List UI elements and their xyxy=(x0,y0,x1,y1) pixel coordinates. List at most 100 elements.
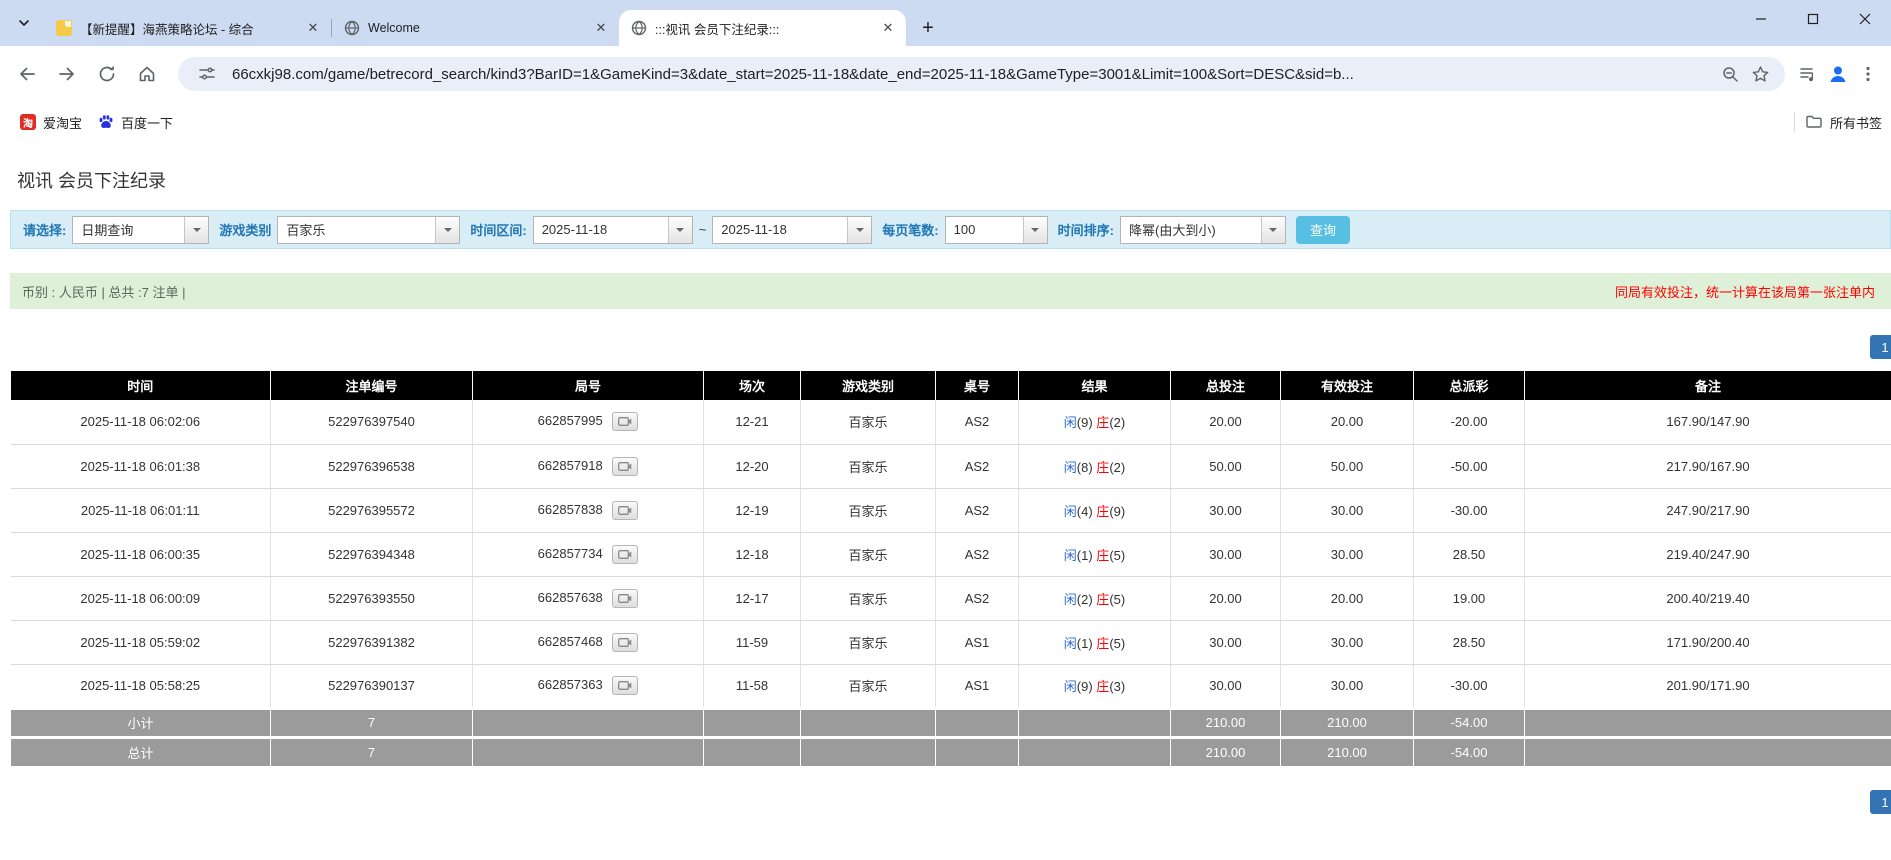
forward-button[interactable] xyxy=(50,57,84,91)
star-icon xyxy=(1752,65,1768,82)
three-dots-icon xyxy=(1866,66,1870,82)
tab-close-icon[interactable]: ✕ xyxy=(878,18,898,38)
home-button[interactable] xyxy=(130,57,164,91)
bet-records-table: 时间 注单编号 局号 场次 游戏类别 桌号 结果 总投注 有效投注 总派彩 备注 2025-11-1… xyxy=(10,371,1891,766)
back-button[interactable] xyxy=(10,57,44,91)
info-notice-text: 同局有效投注，统一计算在该局第一张注单内 xyxy=(1614,284,1875,300)
cell-total-bet: 20.00 xyxy=(1170,576,1281,621)
chevron-down-icon[interactable] xyxy=(184,216,209,243)
total-row: 总计 7 210.00 210.00 -54.00 xyxy=(10,735,1891,766)
cell-round-id: 662857838 xyxy=(472,488,704,533)
video-replay-button[interactable] xyxy=(612,588,639,608)
summary-payout: -54.00 xyxy=(1413,735,1525,766)
date-end-select[interactable]: 2025-11-18 xyxy=(712,215,873,244)
chevron-down-icon[interactable] xyxy=(435,216,460,243)
camera-icon xyxy=(618,681,632,690)
chevron-down-icon[interactable] xyxy=(1022,216,1047,243)
cell-time: 2025-11-18 05:58:25 xyxy=(10,664,271,709)
cell-result: 闲(2) 庄(5) xyxy=(1018,576,1171,621)
zoom-button[interactable] xyxy=(1715,59,1745,89)
site-info-button[interactable] xyxy=(192,59,222,89)
url-text[interactable]: 66cxkj98.com/game/betrecord_search/kind3… xyxy=(232,66,1715,83)
cell-total-bet: 30.00 xyxy=(1170,488,1281,533)
cell-remark: 201.90/171.90 xyxy=(1524,664,1891,709)
summary-valid-bet: 210.00 xyxy=(1280,706,1414,737)
table-row: 2025-11-18 06:02:06 522976397540 662857995… xyxy=(10,400,1891,445)
maximize-button[interactable] xyxy=(1787,0,1839,38)
minimize-button[interactable] xyxy=(1735,0,1787,38)
window-close-button[interactable] xyxy=(1839,0,1891,38)
tab-close-icon[interactable]: ✕ xyxy=(591,18,611,38)
cell-bet-id: 522976395572 xyxy=(270,488,473,533)
video-replay-button[interactable] xyxy=(612,632,639,652)
tab-close-icon[interactable]: ✕ xyxy=(303,18,323,38)
playlist-icon xyxy=(1800,68,1813,82)
video-replay-button[interactable] xyxy=(612,412,639,432)
sort-select[interactable]: 降幂(由大到小) xyxy=(1119,215,1286,244)
cell-table-no: AS2 xyxy=(935,488,1019,533)
forum-favicon-icon xyxy=(56,20,72,36)
pagination-page-1[interactable]: 1 xyxy=(1870,790,1891,814)
chevron-down-icon[interactable] xyxy=(847,216,872,243)
cell-total-bet: 30.00 xyxy=(1170,532,1281,577)
profile-avatar[interactable] xyxy=(1823,59,1853,89)
bookmark-taobao[interactable]: 淘 爱淘宝 xyxy=(12,109,90,136)
tab-title: 【新提醒】海燕策略论坛 - 综合 xyxy=(80,22,254,37)
column-header: 时间 xyxy=(10,371,271,400)
cell-result: 闲(1) 庄(5) xyxy=(1018,620,1171,665)
tab-bet-records[interactable]: :::视讯 会员下注纪录::: ✕ xyxy=(619,10,906,46)
date-end-value: 2025-11-18 xyxy=(721,222,787,237)
bookmark-star-button[interactable] xyxy=(1745,59,1775,89)
reading-list-button[interactable] xyxy=(1793,59,1823,89)
window-controls xyxy=(1735,0,1891,38)
sort-label: 时间排序: xyxy=(1057,223,1114,238)
per-page-label: 每页笔数: xyxy=(882,223,939,238)
video-replay-button[interactable] xyxy=(612,456,639,476)
table-row: 2025-11-18 05:58:25 522976390137 662857363… xyxy=(10,664,1891,709)
game-type-select[interactable]: 百家乐 xyxy=(277,215,461,244)
date-start-value: 2025-11-18 xyxy=(541,222,608,237)
tab-forum[interactable]: 【新提醒】海燕策略论坛 - 综合 ✕ xyxy=(44,10,331,46)
query-type-value: 日期查询 xyxy=(81,223,134,238)
summary-label: 小计 xyxy=(10,706,271,737)
baidu-paw-icon xyxy=(99,115,113,128)
bookmark-baidu[interactable]: 百度一下 xyxy=(90,109,181,136)
cell-session: 11-58 xyxy=(703,664,801,709)
per-page-select[interactable]: 100 xyxy=(944,215,1048,244)
camera-icon xyxy=(618,593,632,603)
chevron-down-icon[interactable] xyxy=(667,216,692,243)
cell-bet-id: 522976393550 xyxy=(270,576,473,621)
date-start-select[interactable]: 2025-11-18 xyxy=(532,215,693,244)
tab-welcome[interactable]: Welcome ✕ xyxy=(332,10,619,46)
browser-menu-button[interactable] xyxy=(1853,59,1883,89)
reload-button[interactable] xyxy=(90,57,124,91)
video-replay-button[interactable] xyxy=(612,500,639,520)
new-tab-button[interactable]: + xyxy=(914,14,942,42)
column-header: 场次 xyxy=(703,371,801,400)
pagination-bottom: 1 xyxy=(0,790,1891,814)
date-range-tilde: ~ xyxy=(698,222,707,237)
cell-remark: 200.40/219.40 xyxy=(1524,576,1891,621)
cell-valid-bet: 50.00 xyxy=(1280,444,1414,489)
tune-icon xyxy=(199,67,215,80)
chevron-down-icon[interactable] xyxy=(1260,216,1285,243)
summary-payout: -54.00 xyxy=(1413,706,1525,737)
search-button[interactable]: 查询 xyxy=(1295,215,1350,244)
cell-payout: 19.00 xyxy=(1413,576,1525,621)
column-header: 桌号 xyxy=(935,371,1019,400)
filter-bar: 请选择: 日期查询 游戏类别 百家乐 时间区间: 2025-11-18 ~ 20… xyxy=(10,210,1891,249)
cell-total-bet: 30.00 xyxy=(1170,620,1281,665)
cell-bet-id: 522976391382 xyxy=(270,620,473,665)
camera-icon xyxy=(618,417,632,427)
cell-round-id: 662857363 xyxy=(472,664,704,709)
video-replay-button[interactable] xyxy=(612,544,639,564)
cell-valid-bet: 30.00 xyxy=(1280,532,1414,577)
address-bar[interactable]: 66cxkj98.com/game/betrecord_search/kind3… xyxy=(178,57,1785,91)
query-type-select[interactable]: 日期查询 xyxy=(72,215,210,244)
tab-search-button[interactable] xyxy=(10,9,38,37)
all-bookmarks-button[interactable]: 所有书签 xyxy=(1805,113,1891,132)
currency-summary-text: 币别 : 人民币 | 总共 :7 注单 | xyxy=(22,284,186,300)
video-replay-button[interactable] xyxy=(612,676,639,695)
pagination-page-1[interactable]: 1 xyxy=(1870,335,1891,359)
cell-total-bet: 50.00 xyxy=(1170,444,1281,489)
